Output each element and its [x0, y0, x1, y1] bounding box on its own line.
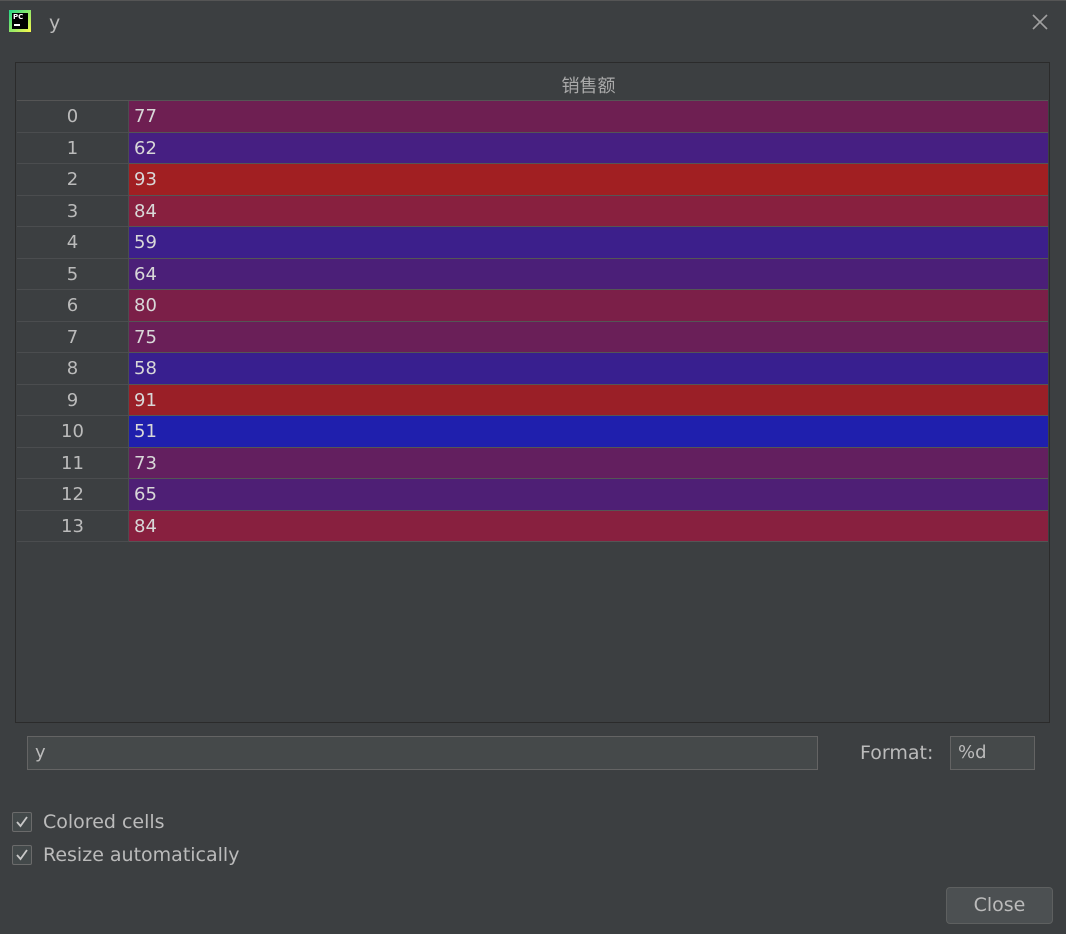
value-cell[interactable]: 64: [129, 258, 1048, 290]
data-table[interactable]: 销售额 0 77 1 62 2 93 3 84 4 59 5 64 6 80 7 75 8 58 9 91 10 51 11…: [15, 62, 1050, 723]
value-cell[interactable]: 75: [129, 321, 1048, 353]
row-index: 12: [17, 479, 129, 511]
value-cell[interactable]: 80: [129, 290, 1048, 322]
value-cell[interactable]: 65: [129, 479, 1048, 511]
close-button[interactable]: Close: [946, 887, 1053, 924]
dialog-window: PC y 销售额 0 77 1 62 2 93 3 84 4 59 5 64 6 80 7 75 8 58 9 91 1…: [0, 0, 1066, 934]
window-title: y: [49, 12, 61, 34]
table-row[interactable]: 5 64: [17, 258, 1048, 290]
table-row[interactable]: 1 62: [17, 132, 1048, 164]
row-index: 6: [17, 290, 129, 322]
checkbox-box[interactable]: [12, 845, 32, 865]
table-header: 销售额: [17, 64, 1048, 101]
value-cell[interactable]: 51: [129, 416, 1048, 448]
checkbox-box[interactable]: [12, 812, 32, 832]
row-index: 0: [17, 101, 129, 133]
table-row[interactable]: 11 73: [17, 447, 1048, 479]
value-cell[interactable]: 84: [129, 510, 1048, 542]
app-icon-text: PC: [13, 13, 24, 21]
checkmark-icon: [16, 816, 28, 828]
format-input[interactable]: %d: [950, 736, 1035, 770]
column-header[interactable]: 销售额: [129, 64, 1048, 100]
table-row[interactable]: 10 51: [17, 416, 1048, 448]
row-index: 9: [17, 384, 129, 416]
table-row[interactable]: 12 65: [17, 479, 1048, 511]
row-index: 8: [17, 353, 129, 385]
value-cell[interactable]: 77: [129, 101, 1048, 133]
colored-cells-checkbox[interactable]: Colored cells: [12, 810, 165, 834]
value-cell[interactable]: 59: [129, 227, 1048, 259]
table-body: 0 77 1 62 2 93 3 84 4 59 5 64 6 80 7 75 8 58 9 91 10 51 11 73 12…: [17, 101, 1048, 542]
table-row[interactable]: 0 77: [17, 101, 1048, 133]
title-bar: PC y: [0, 1, 1066, 43]
resize-automatically-checkbox[interactable]: Resize automatically: [12, 843, 239, 867]
value-cell[interactable]: 84: [129, 195, 1048, 227]
table-row[interactable]: 9 91: [17, 384, 1048, 416]
row-index: 10: [17, 416, 129, 448]
pycharm-app-icon: PC: [9, 10, 31, 32]
row-index: 7: [17, 321, 129, 353]
row-index: 1: [17, 132, 129, 164]
checkmark-icon: [16, 849, 28, 861]
row-index: 2: [17, 164, 129, 196]
row-index: 11: [17, 447, 129, 479]
table-row[interactable]: 4 59: [17, 227, 1048, 259]
resize-automatically-label: Resize automatically: [43, 844, 240, 866]
value-cell[interactable]: 58: [129, 353, 1048, 385]
value-cell[interactable]: 93: [129, 164, 1048, 196]
index-header-corner: [17, 64, 129, 100]
format-label: Format:: [860, 742, 934, 764]
close-icon[interactable]: [1029, 11, 1051, 33]
colored-cells-label: Colored cells: [43, 811, 165, 833]
value-cell[interactable]: 91: [129, 384, 1048, 416]
table-row[interactable]: 8 58: [17, 353, 1048, 385]
table-row[interactable]: 13 84: [17, 510, 1048, 542]
row-index: 5: [17, 258, 129, 290]
row-index: 13: [17, 510, 129, 542]
table-row[interactable]: 7 75: [17, 321, 1048, 353]
table-row[interactable]: 3 84: [17, 195, 1048, 227]
value-cell[interactable]: 62: [129, 132, 1048, 164]
table-row[interactable]: 6 80: [17, 290, 1048, 322]
expression-input[interactable]: y: [27, 736, 818, 770]
row-index: 4: [17, 227, 129, 259]
row-index: 3: [17, 195, 129, 227]
value-cell[interactable]: 73: [129, 447, 1048, 479]
table-row[interactable]: 2 93: [17, 164, 1048, 196]
